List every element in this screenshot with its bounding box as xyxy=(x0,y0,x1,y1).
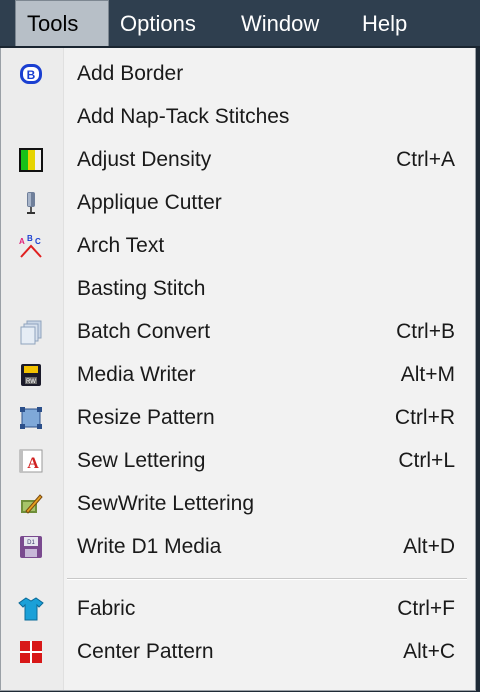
svg-text:C: C xyxy=(35,237,41,246)
menu-bar: Tools Options Window Help xyxy=(0,0,480,48)
floppy-d1-icon: D1 xyxy=(18,534,44,560)
menu-item-label: Media Writer xyxy=(77,363,196,386)
center-pattern-icon xyxy=(18,639,44,665)
menu-item-label: Adjust Density xyxy=(77,148,212,171)
menu-item-center-pattern[interactable]: Center Pattern Alt+C xyxy=(1,630,475,673)
cutter-icon xyxy=(18,190,44,216)
svg-text:A: A xyxy=(19,237,25,246)
resize-icon xyxy=(18,405,44,431)
density-icon xyxy=(18,147,44,173)
svg-text:B: B xyxy=(27,234,33,243)
menu-help[interactable]: Help xyxy=(351,0,418,46)
svg-text:B: B xyxy=(27,68,36,82)
menu-item-label: Arch Text xyxy=(77,234,165,257)
menu-window[interactable]: Window xyxy=(230,0,330,46)
fabric-shirt-icon xyxy=(18,596,44,622)
menu-item-resize-pattern[interactable]: Resize Pattern Ctrl+R xyxy=(1,396,475,439)
menu-item-label: Batch Convert xyxy=(77,320,211,343)
arch-text-icon: A B C xyxy=(18,233,44,259)
menu-item-shortcut: Alt+C xyxy=(403,640,455,663)
svg-text:RW: RW xyxy=(26,379,36,385)
sewwrite-icon xyxy=(18,491,44,517)
menu-item-shortcut: Ctrl+F xyxy=(397,597,455,620)
menu-item-adjust-density[interactable]: Adjust Density Ctrl+A xyxy=(1,138,475,181)
sew-lettering-icon: A xyxy=(18,448,44,474)
menu-item-basting-stitch[interactable]: Basting Stitch xyxy=(1,267,475,310)
menu-item-add-border[interactable]: B Add Border xyxy=(1,52,475,95)
menu-tools[interactable]: Tools xyxy=(15,0,109,46)
menu-item-shortcut: Ctrl+L xyxy=(398,449,455,472)
menu-item-media-writer[interactable]: RW Media Writer Alt+M xyxy=(1,353,475,396)
batch-convert-icon xyxy=(18,319,44,345)
menu-item-label: Sew Lettering xyxy=(77,449,206,472)
menu-item-label: Applique Cutter xyxy=(77,191,222,214)
menu-item-shortcut: Alt+M xyxy=(400,363,455,386)
menu-item-shortcut: Ctrl+B xyxy=(396,320,455,343)
svg-text:D1: D1 xyxy=(27,540,35,546)
menu-item-batch-convert[interactable]: Batch Convert Ctrl+B xyxy=(1,310,475,353)
menu-options[interactable]: Options xyxy=(109,0,207,46)
menu-item-shortcut: Ctrl+R xyxy=(394,406,455,429)
menu-item-sewwrite-lettering[interactable]: SewWrite Lettering xyxy=(1,482,475,525)
menu-separator xyxy=(67,578,467,580)
menu-item-label: Add Border xyxy=(77,62,184,85)
menu-item-label: Resize Pattern xyxy=(77,406,215,429)
menu-item-sew-lettering[interactable]: A Sew Lettering Ctrl+L xyxy=(1,439,475,482)
menu-item-label: Add Nap-Tack Stitches xyxy=(77,105,290,128)
menu-item-label: Basting Stitch xyxy=(77,277,206,300)
tools-dropdown-menu: B Add Border Add Nap-Tack Stitches Adjus… xyxy=(0,48,476,691)
media-writer-icon: RW xyxy=(18,362,44,388)
border-b-icon: B xyxy=(18,61,44,87)
menu-item-arch-text[interactable]: A B C Arch Text xyxy=(1,224,475,267)
menu-item-add-nap-tack-stitches[interactable]: Add Nap-Tack Stitches xyxy=(1,95,475,138)
menu-item-label: Center Pattern xyxy=(77,640,214,663)
menu-item-applique-cutter[interactable]: Applique Cutter xyxy=(1,181,475,224)
menu-item-write-d1-media[interactable]: D1 Write D1 Media Alt+D xyxy=(1,525,475,568)
menu-item-shortcut: Alt+D xyxy=(403,535,455,558)
menu-item-label: Fabric xyxy=(77,597,136,620)
svg-text:A: A xyxy=(27,455,39,472)
menu-item-label: Write D1 Media xyxy=(77,535,222,558)
menu-item-fabric[interactable]: Fabric Ctrl+F xyxy=(1,587,475,630)
menu-item-shortcut: Ctrl+A xyxy=(396,148,455,171)
menu-item-label: SewWrite Lettering xyxy=(77,492,255,515)
